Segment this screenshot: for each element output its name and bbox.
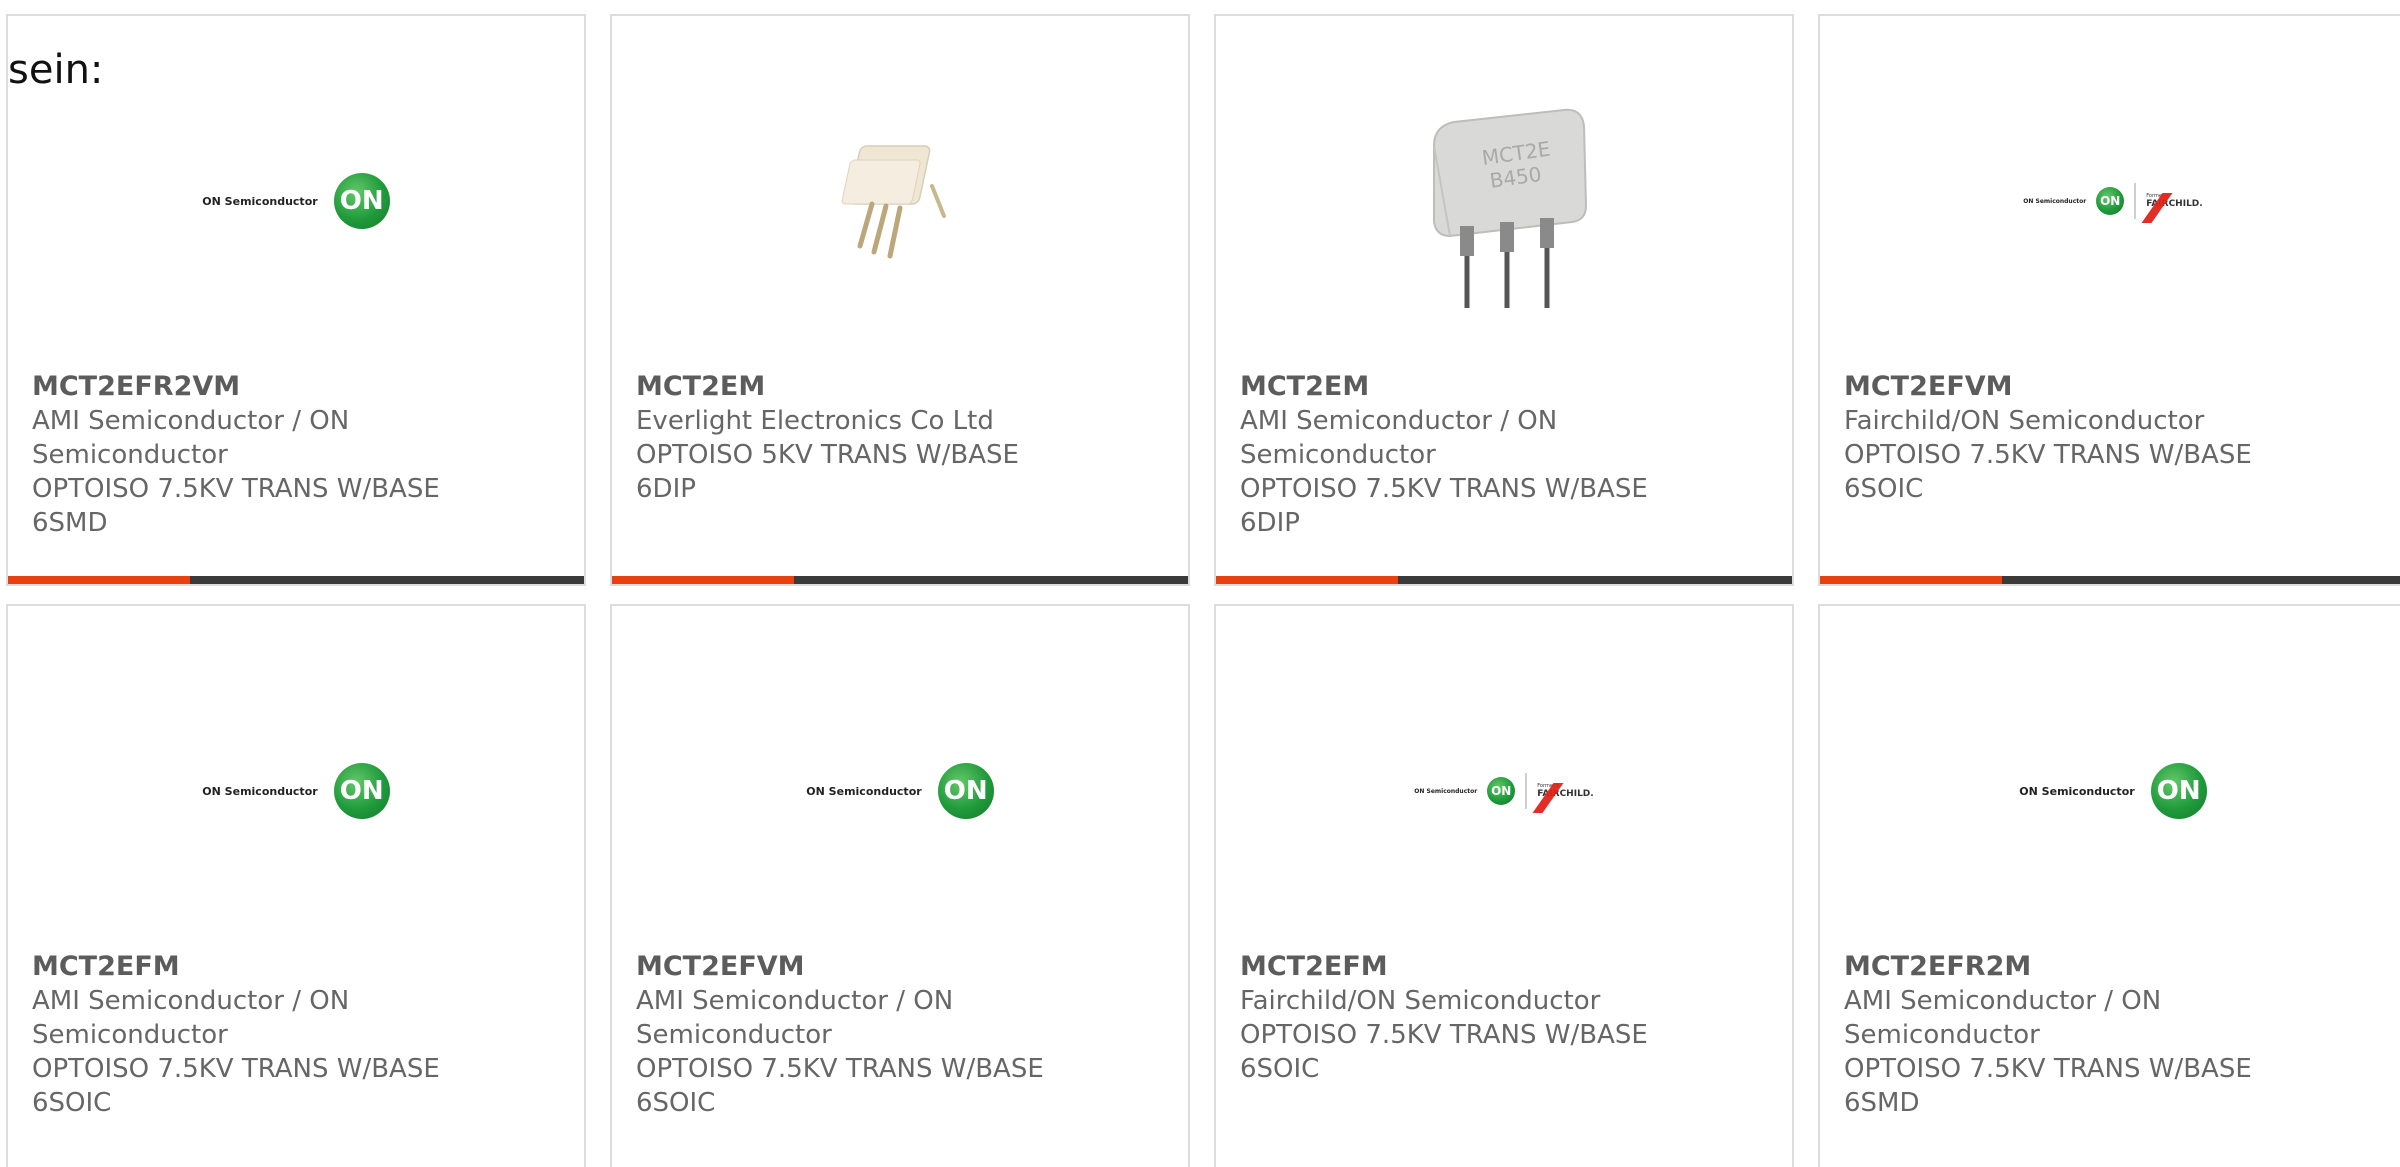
on-logo-mark: ON [2096,187,2125,215]
on-semiconductor-logo: ON Semiconductor ON [202,763,390,819]
part-number-link[interactable]: MCT2EM [1240,370,1768,404]
on-logo-mark: ON [2150,763,2207,819]
manufacturer: Fairchild/ON Semiconductor [1240,986,1601,1016]
part-number-link[interactable]: MCT2EFVM [1844,370,2382,404]
product-card[interactable]: ON Semiconductor ON MCT2EFR2VM AMI Semic… [6,14,586,586]
description: OPTOISO 7.5KV TRANS W/BASE 6SOIC [1240,1020,1648,1084]
product-image[interactable]: ON Semiconductor ON [8,646,584,936]
manufacturer: AMI Semiconductor / ON Semiconductor [1844,986,2162,1050]
product-info: MCT2EFVM Fairchild/ON Semiconductor OPTO… [1844,370,2382,506]
logo-divider [2134,183,2137,219]
card-bottom-bar [1216,576,1792,584]
card-bottom-bar [1820,576,2400,584]
product-card[interactable]: ON Semiconductor ON Formerly FAIRCHILD. … [1214,604,1794,1167]
card-bottom-bar [8,576,584,584]
product-info: MCT2EM AMI Semiconductor / ON Semiconduc… [1240,370,1768,540]
manufacturer: AMI Semiconductor / ON Semiconductor [636,986,954,1050]
card-bar-accent [8,576,190,584]
description: OPTOISO 5KV TRANS W/BASE 6DIP [636,440,1019,504]
product-card[interactable]: MCT2EM Everlight Electronics Co Ltd OPTO… [610,14,1190,586]
card-bar-accent [1820,576,2002,584]
on-semiconductor-logo: ON Semiconductor ON [202,173,390,229]
product-info: MCT2EFR2VM AMI Semiconductor / ON Semico… [32,370,560,540]
on-fairchild-logo: ON Semiconductor ON Formerly FAIRCHILD. [1414,773,1594,813]
product-info: MCT2EFR2M AMI Semiconductor / ON Semicon… [1844,950,2382,1120]
intro-text: sein: [8,47,104,93]
product-image[interactable] [612,56,1188,346]
product-image[interactable]: MCT2E B450 [1216,56,1792,346]
product-image[interactable]: ON Semiconductor ON Formerly FAIRCHILD. [1820,56,2400,346]
dip6-chip-photo-small [841,145,946,259]
part-number-link[interactable]: MCT2EFVM [636,950,1164,984]
logo-divider [1525,773,1528,809]
description: OPTOISO 7.5KV TRANS W/BASE 6SOIC [32,1054,440,1118]
fairchild-logo: Formerly FAIRCHILD. [1532,783,1594,813]
product-image[interactable]: ON Semiconductor ON [612,646,1188,936]
manufacturer: Fairchild/ON Semiconductor [1844,406,2205,436]
manufacturer: AMI Semiconductor / ON Semiconductor [1240,406,1558,470]
product-grid-page: sein: ON Semiconductor ON MCT2EFR2VM AMI… [0,0,2400,1167]
on-fairchild-logo: ON Semiconductor ON Formerly FAIRCHILD. [2023,183,2203,223]
card-bottom-bar [612,576,1188,584]
product-image[interactable]: ON Semiconductor ON Formerly FAIRCHILD. [1216,646,1792,936]
product-image[interactable]: ON Semiconductor ON [1820,646,2400,936]
part-number-link[interactable]: MCT2EFM [32,950,560,984]
description: OPTOISO 7.5KV TRANS W/BASE 6SOIC [636,1054,1044,1118]
manufacturer: AMI Semiconductor / ON Semiconductor [32,986,350,1050]
product-card[interactable]: ON Semiconductor ON MCT2EFM AMI Semicond… [6,604,586,1167]
description: OPTOISO 7.5KV TRANS W/BASE 6SMD [32,474,440,538]
product-card[interactable]: ON Semiconductor ON MCT2EFR2M AMI Semico… [1818,604,2400,1167]
part-number-link[interactable]: MCT2EFM [1240,950,1768,984]
on-semiconductor-logo: ON Semiconductor ON [2019,763,2207,819]
description: OPTOISO 7.5KV TRANS W/BASE 6SMD [1844,1054,2252,1118]
card-bar-accent [612,576,794,584]
product-image[interactable]: ON Semiconductor ON [8,56,584,346]
dip6-chip-photo-large: MCT2E B450 [1433,108,1588,308]
product-info: MCT2EFM Fairchild/ON Semiconductor OPTOI… [1240,950,1768,1086]
manufacturer: AMI Semiconductor / ON Semiconductor [32,406,350,470]
product-card[interactable]: ON Semiconductor ON MCT2EFVM AMI Semicon… [610,604,1190,1167]
on-semiconductor-logo: ON Semiconductor ON [806,763,994,819]
manufacturer: Everlight Electronics Co Ltd [636,406,994,436]
product-info: MCT2EFM AMI Semiconductor / ON Semicondu… [32,950,560,1120]
on-logo-mark: ON [333,763,390,819]
product-card[interactable]: ON Semiconductor ON Formerly FAIRCHILD. … [1818,14,2400,586]
on-logo-mark: ON [937,763,994,819]
part-number-link[interactable]: MCT2EFR2M [1844,950,2382,984]
card-bar-accent [1216,576,1398,584]
fairchild-logo: Formerly FAIRCHILD. [2141,193,2203,223]
product-card[interactable]: MCT2E B450 MCT2EM AMI Semiconductor / ON… [1214,14,1794,586]
on-logo-mark: ON [333,173,390,229]
description: OPTOISO 7.5KV TRANS W/BASE 6SOIC [1844,440,2252,504]
on-logo-mark: ON [1487,777,1516,805]
part-number-link[interactable]: MCT2EFR2VM [32,370,560,404]
description: OPTOISO 7.5KV TRANS W/BASE 6DIP [1240,474,1648,538]
product-info: MCT2EFVM AMI Semiconductor / ON Semicond… [636,950,1164,1120]
part-number-link[interactable]: MCT2EM [636,370,1164,404]
product-info: MCT2EM Everlight Electronics Co Ltd OPTO… [636,370,1164,506]
